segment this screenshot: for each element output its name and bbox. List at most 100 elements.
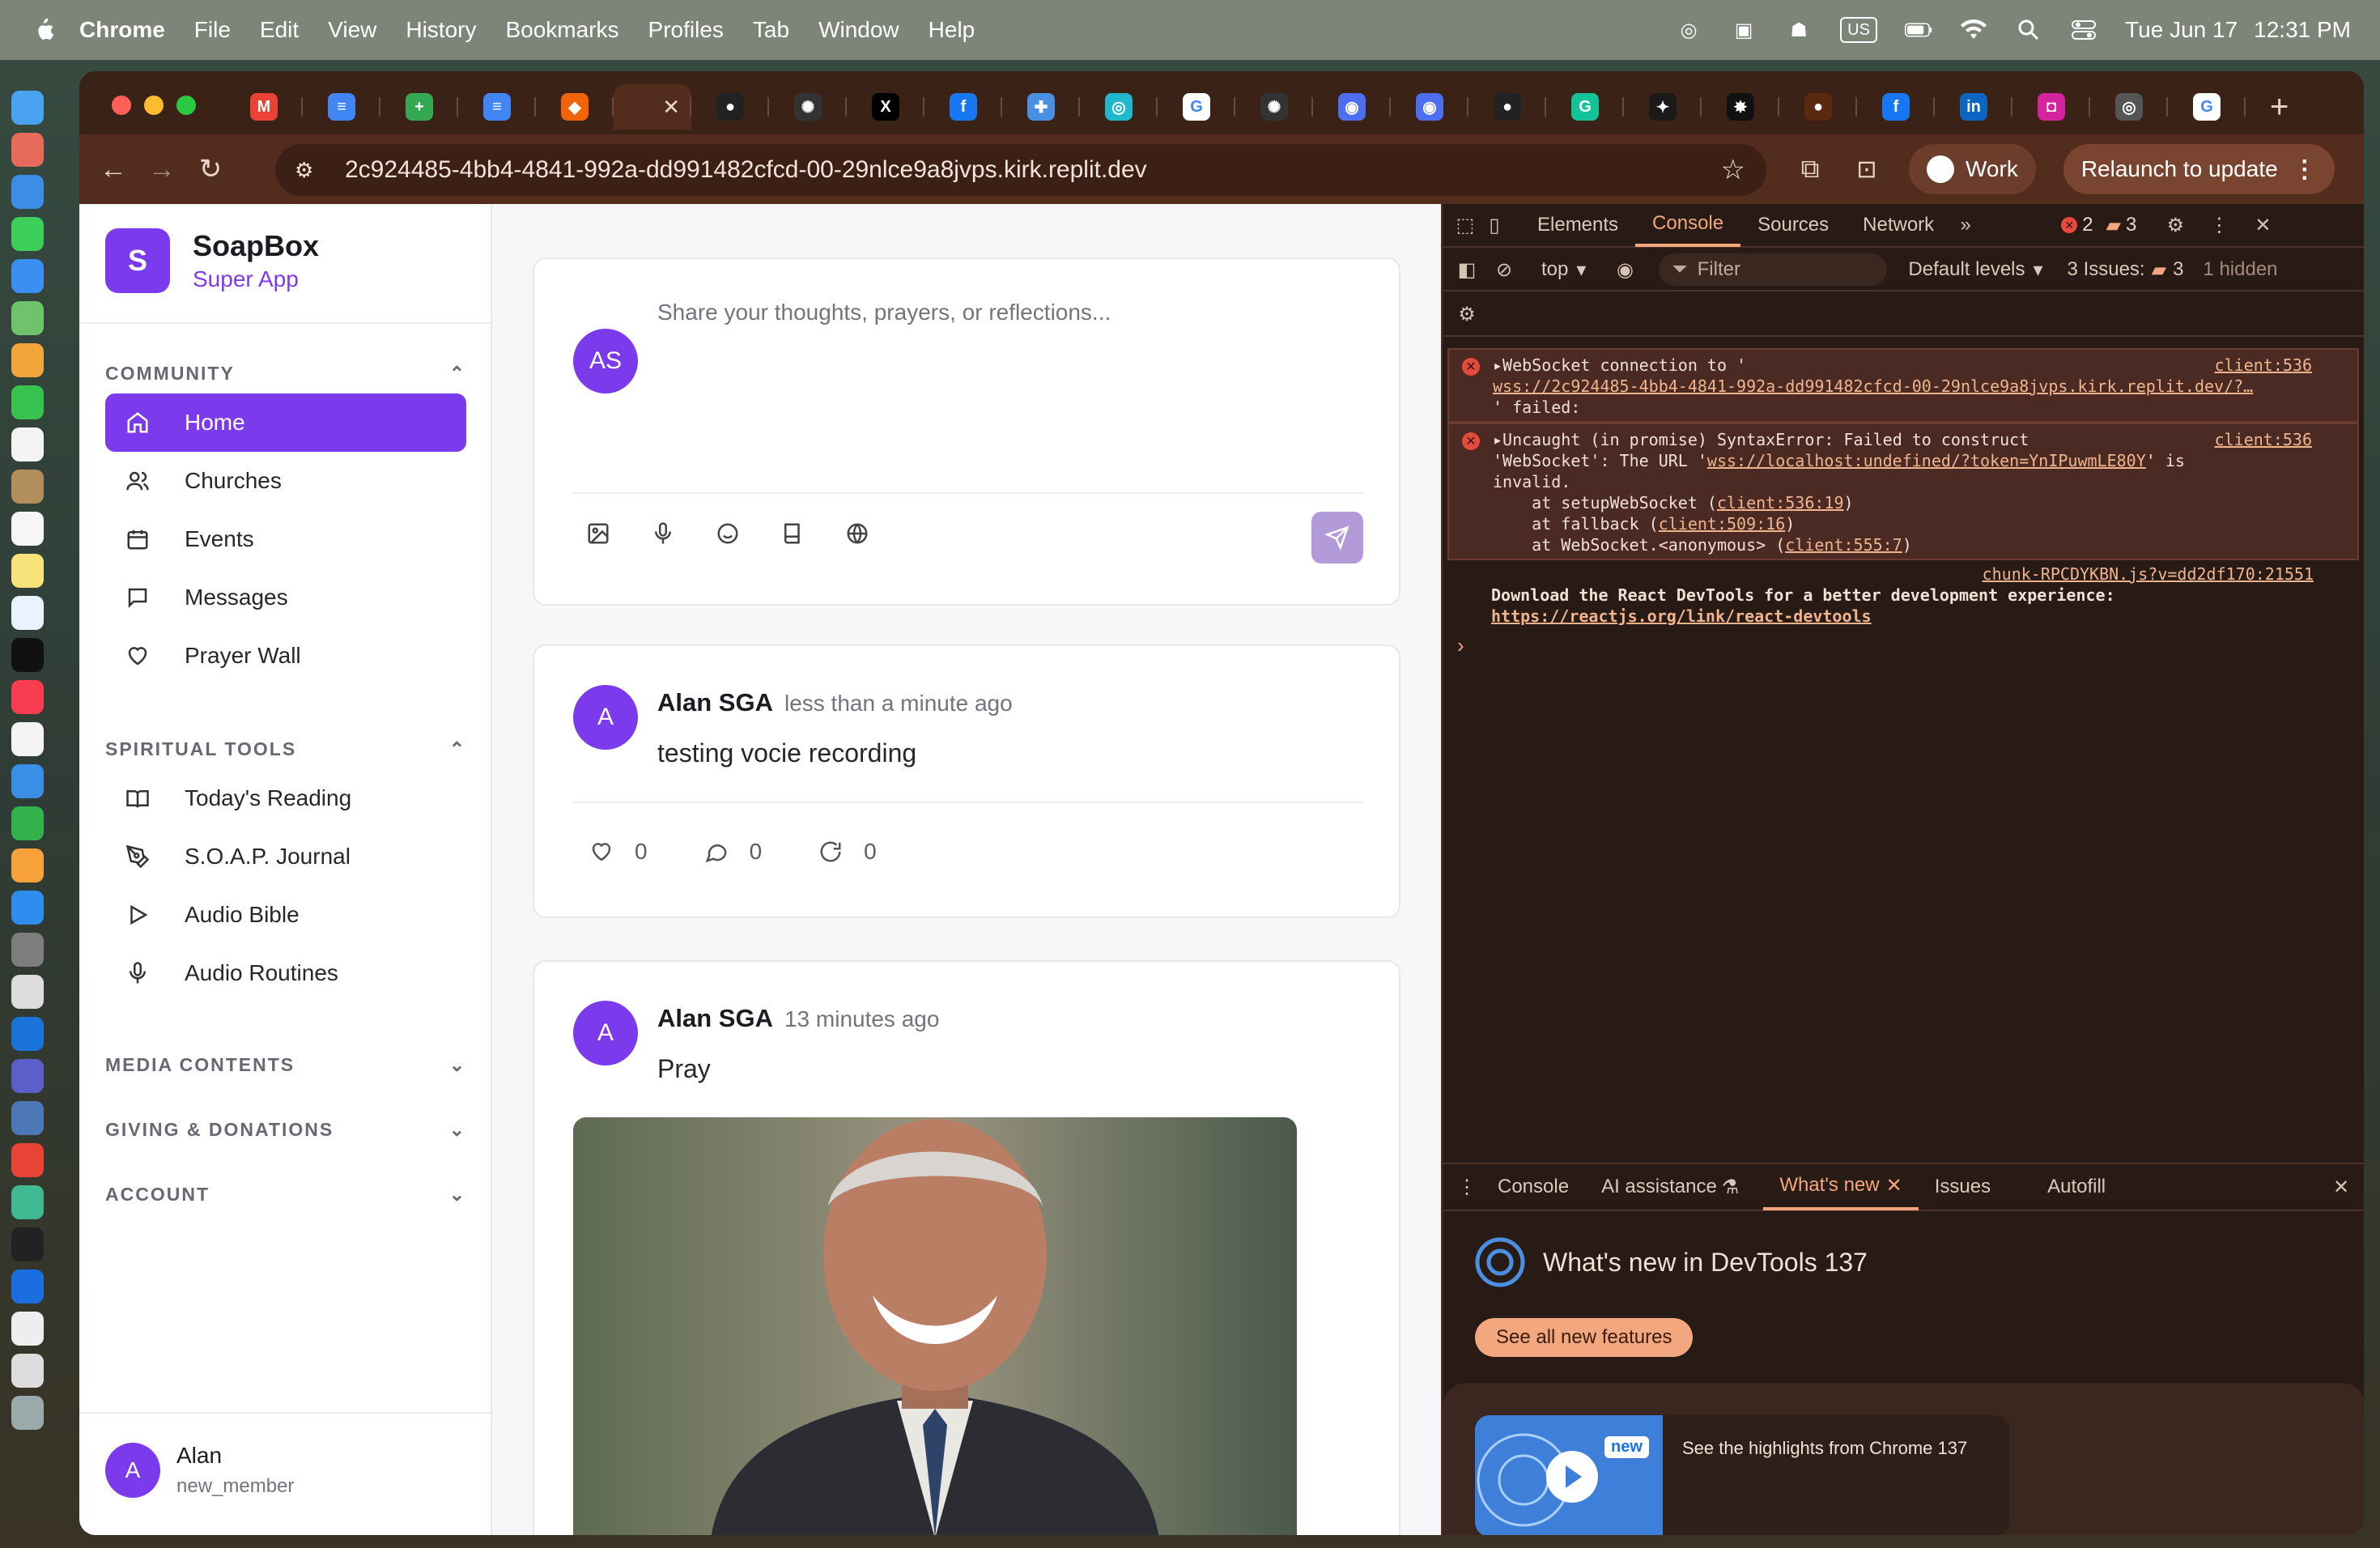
menu-view[interactable]: View	[328, 17, 376, 43]
drawer-tab-autofill[interactable]: Autofill	[2031, 1163, 2122, 1210]
nav-events[interactable]: Events	[105, 510, 466, 568]
author-name[interactable]: Alan SGA	[657, 688, 773, 717]
close-devtools-icon[interactable]: ✕	[2248, 211, 2277, 240]
1password-icon[interactable]	[11, 1269, 44, 1303]
console-filter-input[interactable]: ⏷ Filter	[1659, 253, 1888, 286]
close-drawer-icon[interactable]: ✕	[2327, 1172, 2356, 1201]
bookmark-star-icon[interactable]: ☆	[1721, 154, 1745, 186]
site-info-icon[interactable]: ⚙	[295, 158, 327, 183]
stack-link[interactable]: client:555:7	[1785, 535, 1902, 555]
drawer-tab-issues[interactable]: Issues	[1919, 1163, 2007, 1210]
nav-prayer-wall[interactable]: Prayer Wall	[105, 627, 466, 685]
tab-search-icon[interactable]: ⊡	[1852, 155, 1881, 184]
comment-button[interactable]: 0	[704, 839, 762, 865]
browser-tab[interactable]: ◉	[1391, 84, 1468, 130]
tab-elements[interactable]: Elements	[1520, 203, 1635, 247]
brand[interactable]: S SoapBox Super App	[105, 228, 319, 293]
menu-window[interactable]: Window	[818, 17, 899, 43]
section-spiritual-tools[interactable]: SPIRITUAL TOOLS ⌃	[105, 738, 466, 760]
send-button[interactable]	[1311, 512, 1363, 563]
post-author[interactable]: Alan SGA less than a minute ago	[657, 688, 1013, 717]
browser-tab[interactable]: ≡	[458, 84, 536, 130]
music-icon[interactable]	[11, 680, 44, 714]
pages-icon[interactable]	[11, 848, 44, 882]
image-icon[interactable]	[584, 520, 612, 547]
menu-help[interactable]: Help	[929, 17, 975, 43]
console-error-message[interactable]: ✕ ▸Uncaught (in promise) SyntaxError: Fa…	[1447, 423, 2359, 560]
zoom-window-button[interactable]	[176, 96, 196, 115]
messages-icon[interactable]	[11, 217, 44, 251]
stack-link[interactable]: client:536:19	[1717, 493, 1844, 512]
section-giving-donations[interactable]: GIVING & DONATIONS ⌄	[105, 1119, 466, 1141]
nav-churches[interactable]: Churches	[105, 452, 466, 510]
tab-sources[interactable]: Sources	[1740, 203, 1846, 247]
menu-profiles[interactable]: Profiles	[648, 17, 724, 43]
back-button[interactable]: ←	[89, 145, 138, 194]
numbers-icon[interactable]	[11, 806, 44, 840]
close-window-button[interactable]	[112, 96, 131, 115]
browser-tab[interactable]: ✸	[1702, 84, 1779, 130]
apple-logo-icon[interactable]	[31, 17, 55, 43]
chrome-dock-icon[interactable]	[11, 1143, 44, 1177]
browser-tab[interactable]: f	[1857, 84, 1935, 130]
browser-tab[interactable]: ◘	[2012, 84, 2090, 130]
wifi-icon[interactable]	[1960, 17, 1987, 43]
browser-tab[interactable]: ✺	[769, 84, 847, 130]
browser-tab[interactable]: ✕	[614, 84, 691, 130]
globe-icon[interactable]	[844, 520, 871, 547]
stack-link[interactable]: client:509:16	[1659, 514, 1786, 534]
drawer-menu-icon[interactable]: ⋮	[1452, 1172, 1481, 1201]
menu-bookmarks[interactable]: Bookmarks	[505, 17, 618, 43]
console-error-message[interactable]: ✕ ▸WebSocket connection to ' wss://2c924…	[1447, 348, 2359, 423]
settings-gear-icon[interactable]: ⚙	[2161, 211, 2190, 240]
tab-console[interactable]: Console	[1635, 203, 1741, 247]
outlook-icon[interactable]: ▣	[1730, 17, 1757, 43]
settings-icon[interactable]	[11, 933, 44, 967]
browser-tab[interactable]: ●	[1468, 84, 1546, 130]
post-image[interactable]	[573, 1117, 1297, 1535]
menu-history[interactable]: History	[406, 17, 476, 43]
safari-icon[interactable]	[11, 175, 44, 209]
message-link[interactable]: wss://2c924485-4bb4-4841-992a-dd991482cf…	[1493, 376, 2314, 397]
document-icon[interactable]	[11, 1312, 44, 1346]
close-tab-icon[interactable]: ✕	[1886, 1174, 1902, 1197]
book-icon[interactable]	[779, 520, 806, 547]
trash-icon[interactable]	[11, 1396, 44, 1430]
context-selector[interactable]: top ▾	[1541, 258, 1586, 282]
notes-icon[interactable]	[11, 554, 44, 588]
browser-tab[interactable]: G	[2168, 84, 2246, 130]
forward-button[interactable]: →	[138, 145, 186, 194]
browser-tab[interactable]: G	[1546, 84, 1624, 130]
extensions-icon[interactable]: ⧉	[1796, 154, 1825, 184]
clear-console-icon[interactable]: ⊘	[1490, 255, 1519, 284]
nav-todays-reading[interactable]: Today's Reading	[105, 769, 466, 827]
post-author[interactable]: Alan SGA 13 minutes ago	[657, 1004, 939, 1033]
browser-tab[interactable]: ●	[1779, 84, 1857, 130]
inspect-element-icon[interactable]: ⬚	[1451, 211, 1480, 240]
close-tab-icon[interactable]: ✕	[662, 95, 680, 120]
source-link[interactable]: client:536	[2215, 429, 2312, 450]
iphone-mirroring-icon[interactable]	[11, 975, 44, 1009]
drawer-tab-whats-new[interactable]: What's new ✕	[1763, 1163, 1919, 1210]
menu-edit[interactable]: Edit	[260, 17, 299, 43]
menu-tab[interactable]: Tab	[753, 17, 789, 43]
browser-tab[interactable]: M	[225, 84, 303, 130]
battery-icon[interactable]	[1905, 17, 1932, 43]
microphone-icon[interactable]	[649, 520, 677, 547]
author-name[interactable]: Alan SGA	[657, 1004, 773, 1032]
browser-tab[interactable]: X	[847, 84, 924, 130]
tv-icon[interactable]	[11, 638, 44, 672]
source-link[interactable]: client:536	[2215, 355, 2312, 376]
preview-icon[interactable]	[11, 1354, 44, 1388]
menubar-date[interactable]: Tue Jun 17	[2125, 17, 2238, 43]
menu-file[interactable]: File	[194, 17, 231, 43]
browser-tab[interactable]: in	[1935, 84, 2012, 130]
calendar-icon[interactable]	[11, 427, 44, 461]
message-link[interactable]: wss://localhost:undefined/?token=YnIPuwm…	[1707, 451, 2146, 470]
nav-messages[interactable]: Messages	[105, 568, 466, 627]
relaunch-update-button[interactable]: Relaunch to update ⋮	[2063, 144, 2335, 194]
section-community[interactable]: COMMUNITY ⌃	[105, 363, 466, 385]
section-account[interactable]: ACCOUNT ⌄	[105, 1184, 466, 1206]
log-levels-dropdown[interactable]: Default levels ▾	[1908, 258, 2042, 282]
browser-tab[interactable]: +	[380, 84, 458, 130]
